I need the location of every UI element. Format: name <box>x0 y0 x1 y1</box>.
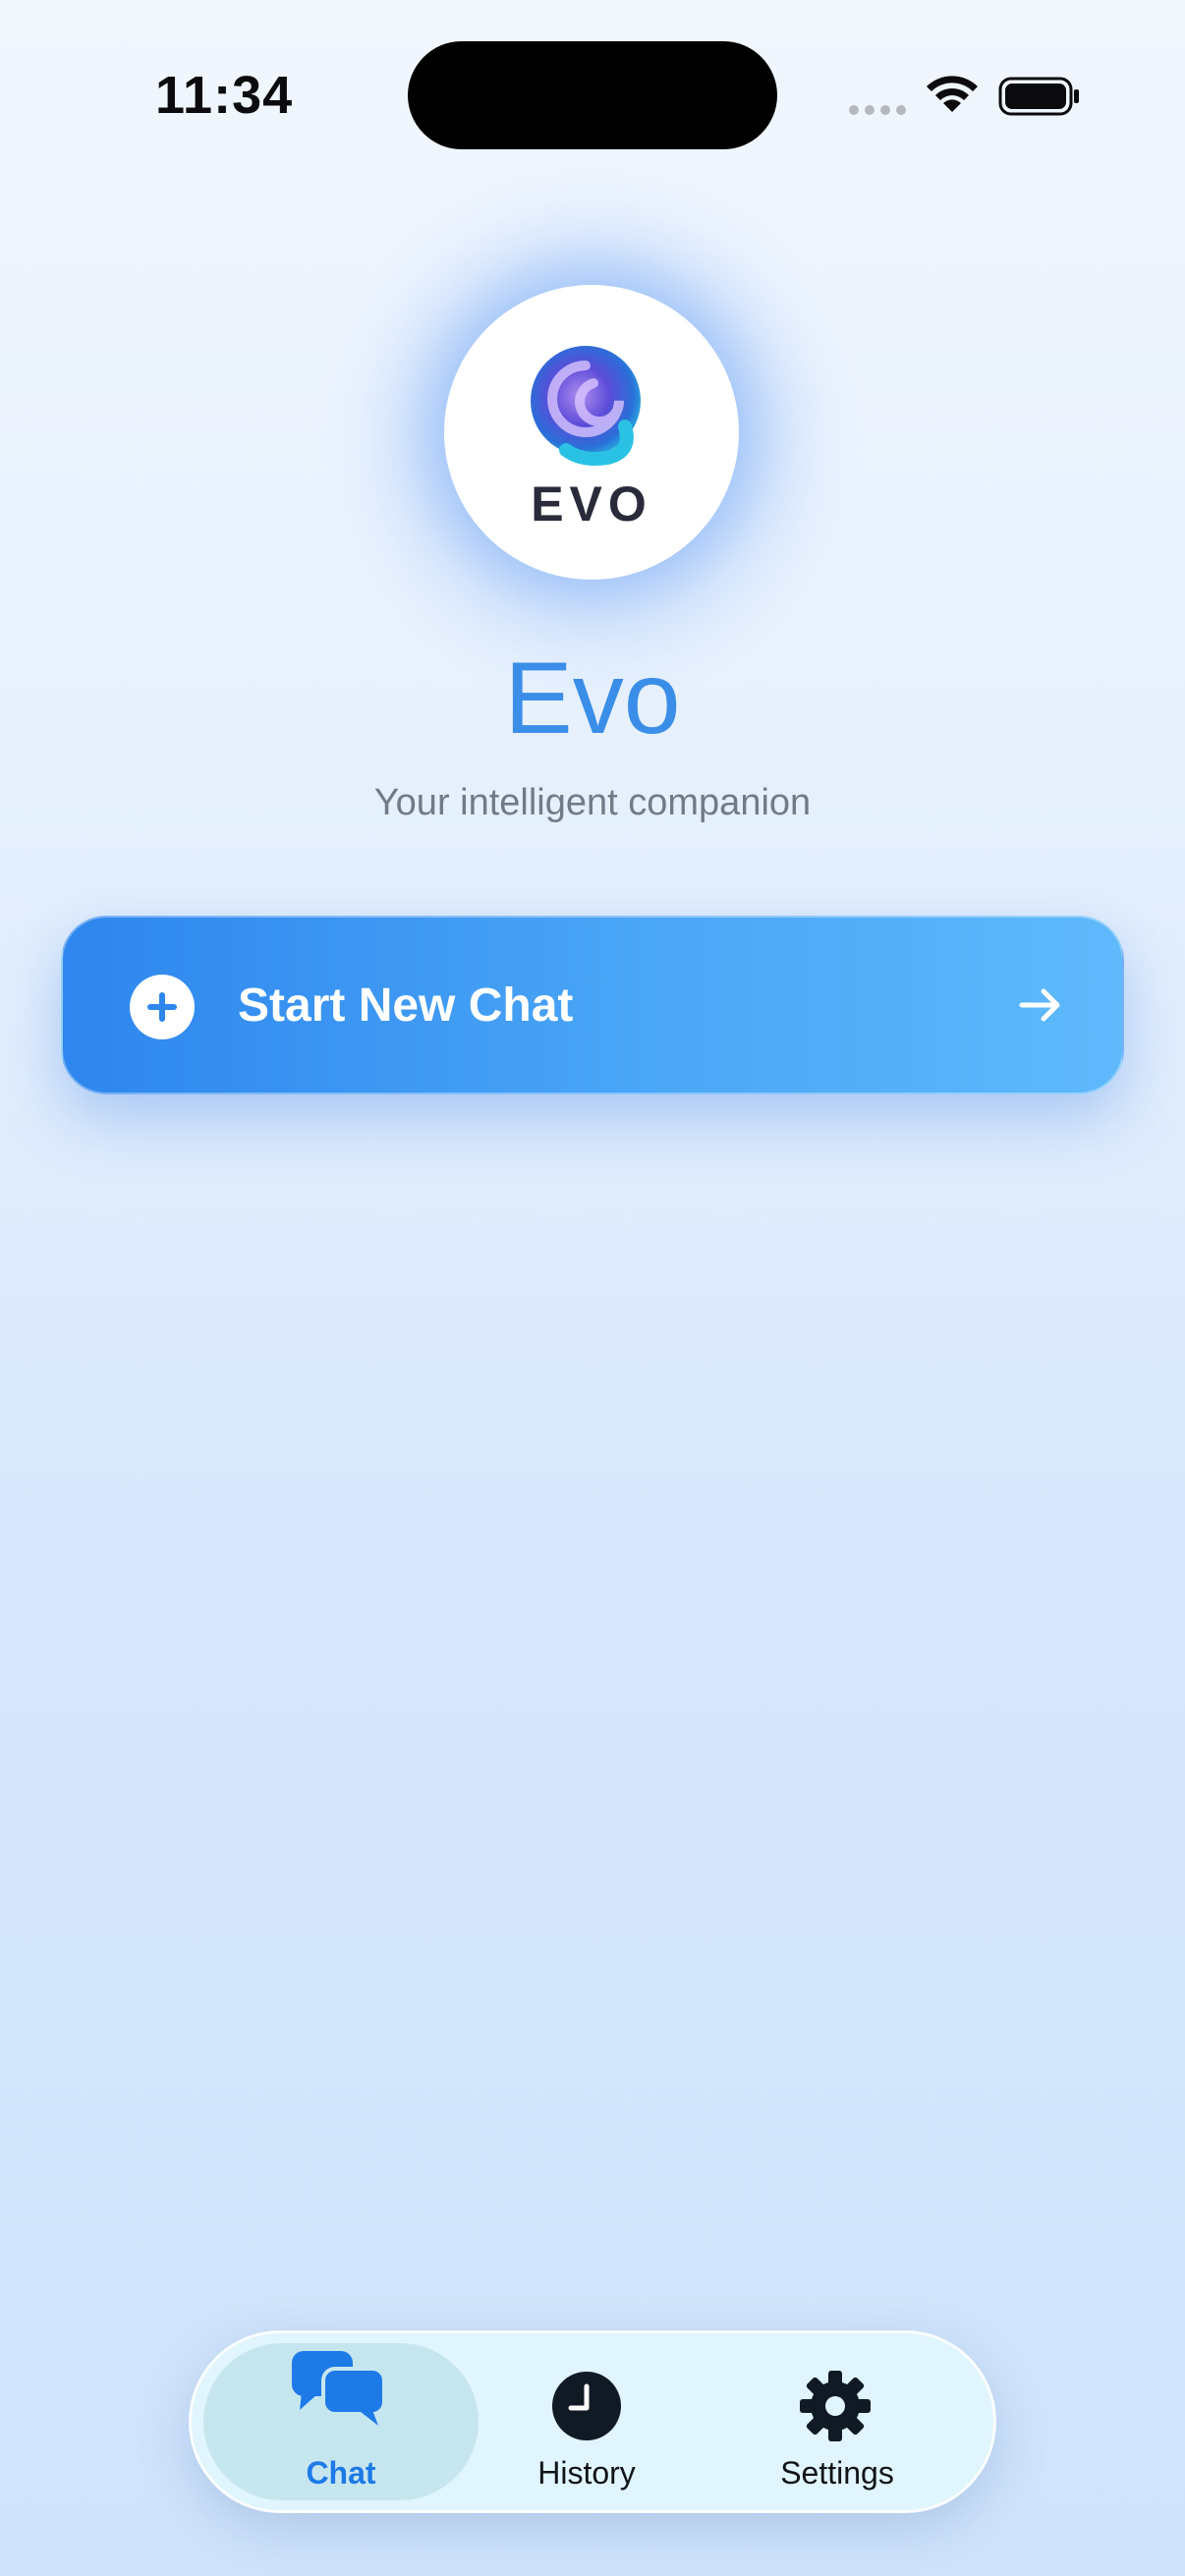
logo-wordmark: EVO <box>531 476 652 532</box>
dynamic-island <box>408 41 777 149</box>
tab-history[interactable]: History <box>488 2343 685 2500</box>
tab-chat-label: Chat <box>306 2455 376 2491</box>
tab-bar: Chat History Settings <box>189 2330 996 2513</box>
tab-chat[interactable]: Chat <box>203 2343 479 2500</box>
tab-history-label: History <box>537 2455 636 2491</box>
app-logo: EVO <box>444 285 739 580</box>
battery-icon <box>998 77 1079 116</box>
clock-icon <box>552 2372 621 2440</box>
chat-bubbles-icon <box>292 2351 386 2426</box>
wifi-icon <box>927 76 978 112</box>
tab-settings[interactable]: Settings <box>734 2343 940 2500</box>
tab-settings-label: Settings <box>780 2455 894 2491</box>
plus-circle-icon <box>130 975 195 1039</box>
arrow-right-icon <box>1019 988 1060 1022</box>
cellular-signal-icon <box>849 103 908 117</box>
status-time: 11:34 <box>155 66 294 125</box>
start-new-chat-label: Start New Chat <box>238 980 574 1032</box>
start-new-chat-button[interactable]: Start New Chat <box>61 916 1124 1094</box>
swirl-logo-icon <box>531 346 641 466</box>
app-subtitle: Your intelligent companion <box>373 782 812 823</box>
app-title: Evo <box>504 642 681 756</box>
gear-icon <box>800 2371 871 2441</box>
